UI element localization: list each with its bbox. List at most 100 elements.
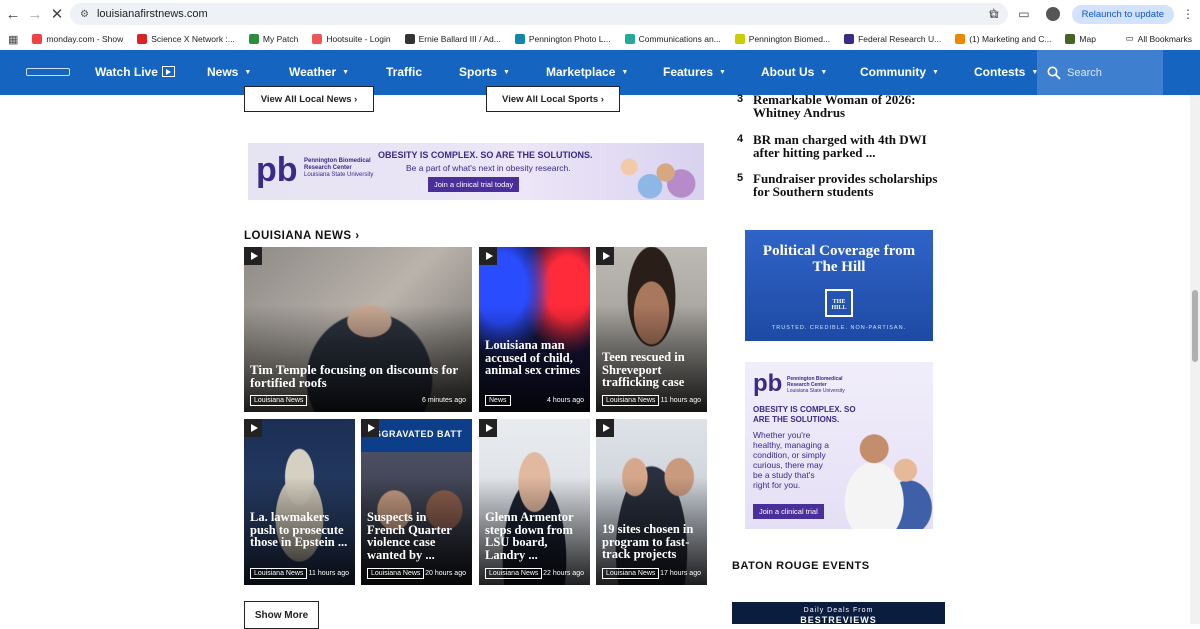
- browser-toolbar: ← → ✕ ⚙ louisianafirstnews.com ☆ ⧉ ▭ Rel…: [0, 0, 1200, 28]
- news-card-6[interactable]: Glenn Armentor steps down from LSU board…: [479, 419, 590, 585]
- favicon-icon: [624, 34, 635, 44]
- ad-family-photo: [835, 422, 933, 529]
- bookmark-item[interactable]: Communications an...: [624, 34, 721, 44]
- back-icon[interactable]: ←: [2, 3, 24, 25]
- nav-watch-live[interactable]: Watch Live: [95, 65, 175, 79]
- card-headline: Tim Temple focusing on discounts for for…: [250, 362, 458, 390]
- nav-features[interactable]: Features ▼: [663, 65, 726, 79]
- play-icon: [161, 66, 175, 77]
- pennington-banner-ad[interactable]: pb Pennington Biomedical Research Center L…: [248, 143, 704, 200]
- card-headline: Teen rescued in Shreveport trafficking c…: [602, 350, 685, 389]
- card-headline: Suspects in French Quarter violence case…: [367, 510, 452, 562]
- favicon-icon: [404, 34, 415, 44]
- bookmark-item[interactable]: Ernie Ballard III / Ad...: [404, 34, 501, 44]
- nav-sports[interactable]: Sports ▼: [459, 65, 510, 79]
- ad-org-name: Pennington Biomedical Research Center Loui…: [304, 158, 374, 178]
- ad-headline: OBESITY IS COMPLEX. SO ARE THE SOLUTIONS…: [378, 150, 593, 160]
- bookmark-item[interactable]: Hootsuite - Login: [312, 34, 391, 44]
- address-bar[interactable]: ⚙ louisianafirstnews.com ☆: [70, 3, 1008, 25]
- search-icon: [1047, 66, 1061, 80]
- site-info-icon[interactable]: ⚙: [80, 9, 89, 20]
- card-category[interactable]: Louisiana News: [602, 395, 660, 406]
- menu-icon[interactable]: ⋮: [1182, 7, 1194, 21]
- nav-marketplace[interactable]: Marketplace ▼: [546, 65, 628, 79]
- chevron-down-icon: ▼: [621, 69, 629, 76]
- pb-logo: pb: [753, 370, 783, 397]
- page-scrollbar[interactable]: [1190, 95, 1200, 624]
- relaunch-button[interactable]: Relaunch to update: [1071, 4, 1174, 24]
- nav-weather[interactable]: Weather ▼: [289, 65, 349, 79]
- the-hill-ad[interactable]: Political Coverage from The Hill THE HIL…: [745, 230, 933, 341]
- view-local-sports-button[interactable]: View All Local Sports ›: [486, 86, 620, 112]
- card-category[interactable]: News: [485, 395, 511, 406]
- stop-loading-icon[interactable]: ✕: [46, 3, 68, 25]
- card-category[interactable]: Louisiana News: [250, 395, 308, 406]
- card-timestamp: 4 hours ago: [547, 397, 584, 404]
- card-category[interactable]: Louisiana News: [250, 568, 308, 579]
- bookmark-item[interactable]: Map: [1065, 34, 1096, 44]
- extensions-icon[interactable]: ⧉: [990, 7, 999, 22]
- news-card-1[interactable]: Tim Temple focusing on discounts for for…: [244, 247, 472, 412]
- site-search[interactable]: Search: [1037, 50, 1163, 95]
- card-category[interactable]: Louisiana News: [367, 568, 425, 579]
- pb-logo: pb: [256, 151, 298, 189]
- card-headline: Glenn Armentor steps down from LSU board…: [485, 510, 574, 562]
- news-card-3[interactable]: Teen rescued in Shreveport trafficking c…: [596, 247, 707, 412]
- nav-community[interactable]: Community ▼: [860, 65, 939, 79]
- all-bookmarks-button[interactable]: ▭ All Bookmarks: [1126, 33, 1192, 44]
- news-card-5[interactable]: AGGRAVATED BATT Suspects in French Quart…: [361, 419, 472, 585]
- card-overlay-banner: AGGRAVATED BATT: [367, 429, 463, 439]
- forward-icon[interactable]: →: [24, 3, 46, 25]
- ad-cta: Join a clinical trial: [753, 504, 824, 519]
- bookmark-item[interactable]: Federal Research U...: [844, 34, 941, 44]
- chevron-down-icon: ▼: [820, 69, 828, 76]
- chevron-down-icon: ▼: [342, 69, 350, 76]
- bookmark-item[interactable]: (1) Marketing and C...: [955, 34, 1051, 44]
- view-local-news-button[interactable]: View All Local News ›: [244, 86, 374, 112]
- card-timestamp: 17 hours ago: [660, 570, 701, 577]
- louisiana-news-heading[interactable]: LOUISIANA NEWS ›: [244, 230, 360, 242]
- media-icon[interactable]: ▭: [1018, 7, 1029, 21]
- news-card-4[interactable]: La. lawmakers push to prosecute those in…: [244, 419, 355, 585]
- ad-subtext: Be a part of what's next in obesity rese…: [406, 163, 571, 173]
- card-headline: 19 sites chosen in program to fast-track…: [602, 522, 694, 561]
- card-timestamp: 20 hours ago: [425, 570, 466, 577]
- daily-deals-ad[interactable]: Daily Deals From BESTREVIEWS: [732, 602, 945, 625]
- video-icon: [244, 419, 262, 437]
- nav-news[interactable]: News ▼: [207, 65, 251, 79]
- news-card-2[interactable]: Louisiana man accused of child, animal s…: [479, 247, 590, 412]
- bookmark-item[interactable]: Science X Network :...: [137, 34, 235, 44]
- nav-about-us[interactable]: About Us ▼: [761, 65, 827, 79]
- profile-avatar[interactable]: [1045, 7, 1060, 21]
- apps-icon[interactable]: ▦: [8, 33, 18, 46]
- ad-headline: Political Coverage from The Hill: [762, 243, 916, 275]
- pennington-side-ad[interactable]: pb Pennington Biomedical Research Center L…: [745, 362, 933, 529]
- favicon-icon: [955, 34, 966, 44]
- favicon-icon: [312, 34, 323, 44]
- site-logo[interactable]: [26, 68, 70, 76]
- bookmark-item[interactable]: monday.com - Show: [32, 34, 123, 44]
- bookmark-item[interactable]: Pennington Photo L...: [514, 34, 611, 44]
- nav-contests[interactable]: Contests ▼: [974, 65, 1038, 79]
- favicon-icon: [514, 34, 525, 44]
- bookmark-item[interactable]: My Patch: [248, 34, 298, 44]
- video-icon: [361, 419, 379, 437]
- card-headline: La. lawmakers push to prosecute those in…: [250, 510, 348, 549]
- favicon-icon: [32, 34, 43, 44]
- scrollbar-thumb[interactable]: [1192, 290, 1198, 362]
- favicon-icon: [137, 34, 148, 44]
- card-category[interactable]: Louisiana News: [602, 568, 660, 579]
- card-category[interactable]: Louisiana News: [485, 568, 543, 579]
- news-card-7[interactable]: 19 sites chosen in program to fast-track…: [596, 419, 707, 585]
- folder-icon: ▭: [1125, 33, 1134, 43]
- card-headline: Louisiana man accused of child, animal s…: [485, 338, 581, 377]
- card-timestamp: 11 hours ago: [660, 397, 701, 404]
- trending-headline: BR man charged with 4th DWI after hittin…: [753, 132, 927, 160]
- show-more-button[interactable]: Show More: [244, 601, 319, 629]
- the-hill-logo: THE HILL: [825, 289, 853, 317]
- trending-headline: Remarkable Woman of 2026: Whitney Andrus: [753, 92, 916, 120]
- card-timestamp: 22 hours ago: [543, 570, 584, 577]
- nav-traffic[interactable]: Traffic: [386, 65, 422, 79]
- bookmark-item[interactable]: Pennington Biomed...: [734, 34, 830, 44]
- video-icon: [596, 247, 614, 265]
